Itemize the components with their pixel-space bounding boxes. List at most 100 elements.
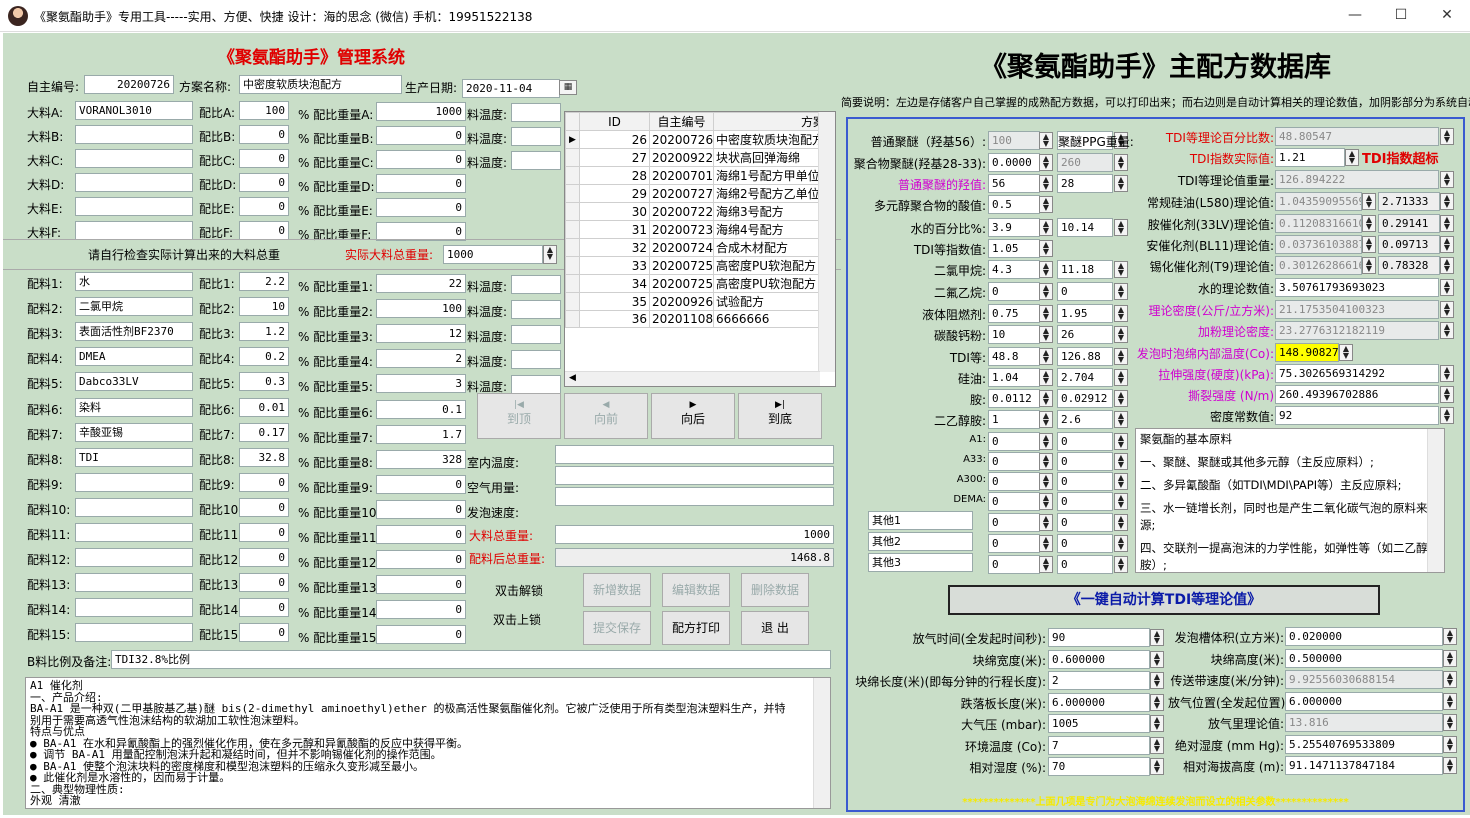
param-field-1[interactable]: 0 bbox=[988, 555, 1040, 574]
table-row[interactable]: 35 20200926 试验配方 bbox=[565, 292, 828, 311]
date-field[interactable]: 2020-11-04 bbox=[462, 79, 560, 98]
amine-bl11-theory-spinner-1[interactable]: ▲ ▼ bbox=[1362, 236, 1376, 253]
table-cell[interactable]: 20200701 bbox=[649, 166, 714, 185]
param-spinner-2[interactable]: ▲ ▼ bbox=[1114, 305, 1128, 322]
amine-33lv-theory-spinner-1[interactable]: ▲ ▼ bbox=[1362, 215, 1376, 232]
table-cell[interactable]: 20201108 bbox=[649, 310, 714, 328]
big-weight-field[interactable]: 0 bbox=[376, 150, 466, 169]
table-cell[interactable]: 33 bbox=[579, 256, 650, 275]
ingredient-weight-field[interactable]: 328 bbox=[376, 449, 466, 469]
table-cell[interactable]: 海绵1号配方甲单位 bbox=[713, 166, 828, 185]
ingredient-weight-field[interactable]: 0 bbox=[376, 625, 466, 645]
param-spinner-1[interactable]: ▲ ▼ bbox=[1039, 283, 1053, 300]
table-cell[interactable]: 32 bbox=[579, 238, 650, 257]
param-spinner-1[interactable]: ▲ ▼ bbox=[1039, 175, 1053, 192]
material-temp-field[interactable] bbox=[511, 151, 561, 170]
foam-param-field[interactable]: 6.000000 bbox=[1048, 693, 1150, 712]
actual-total-spinner[interactable]: ▲ ▼ bbox=[543, 245, 557, 264]
lock-hint[interactable]: 双击上锁 bbox=[493, 611, 541, 628]
big-ratio-field[interactable]: 0 bbox=[239, 125, 289, 144]
param-spinner-1[interactable]: ▲ ▼ bbox=[1039, 132, 1053, 149]
table-cell[interactable]: 6666666 bbox=[713, 310, 828, 328]
param-field-1[interactable]: 0 bbox=[988, 534, 1040, 553]
param-field-1[interactable]: 0 bbox=[988, 513, 1040, 532]
param-field-2[interactable]: 0 bbox=[1057, 472, 1113, 491]
submit-save-button[interactable]: 提交保存 bbox=[583, 611, 651, 645]
ingredient-ratio-field[interactable]: 0 bbox=[239, 523, 289, 542]
param-spinner-1[interactable]: ▲ ▼ bbox=[1039, 535, 1053, 552]
param-field-2[interactable]: 0 bbox=[1057, 555, 1113, 574]
line-param-field[interactable]: 5.25540769533809 bbox=[1285, 735, 1443, 754]
param-spinner-1[interactable]: ▲ ▼ bbox=[1039, 196, 1053, 213]
plan-field[interactable]: 中密度软质块泡配方 bbox=[239, 75, 402, 94]
table-cell[interactable]: 20200722 bbox=[649, 202, 714, 221]
table-cell[interactable]: 20200922 bbox=[649, 148, 714, 167]
param-spinner-1[interactable]: ▲ ▼ bbox=[1039, 305, 1053, 322]
line-param-field[interactable]: 6.000000 bbox=[1285, 692, 1443, 711]
table-row[interactable]: 32 20200724 合成木材配方 bbox=[565, 238, 828, 257]
table-cell[interactable]: 2020072701 bbox=[649, 184, 714, 203]
ingredient-weight-field[interactable]: 2 bbox=[376, 349, 466, 369]
ingredient-weight-field[interactable]: 0 bbox=[376, 600, 466, 620]
table-cell[interactable]: 28 bbox=[579, 166, 650, 185]
density-constant-spinner[interactable]: ▲ ▼ bbox=[1440, 407, 1454, 424]
grid-vertical-scrollbar[interactable] bbox=[818, 112, 835, 372]
foam-param-field[interactable]: 70 bbox=[1048, 757, 1150, 776]
big-weight-field[interactable]: 0 bbox=[376, 126, 466, 145]
ingredient-ratio-field[interactable]: 10 bbox=[239, 297, 289, 317]
param-field-2[interactable]: 0 bbox=[1057, 513, 1113, 532]
ingredient-ratio-field[interactable]: 0 bbox=[239, 472, 289, 492]
air-volume-field[interactable] bbox=[555, 466, 834, 485]
table-cell[interactable]: 31 bbox=[579, 220, 650, 239]
grid-header[interactable]: 自主编号 bbox=[649, 112, 714, 131]
ingredient-weight-field[interactable]: 0.1 bbox=[376, 399, 466, 419]
foam-param-spinner[interactable]: ▲ ▼ bbox=[1150, 629, 1164, 646]
param-field-2[interactable]: 0 bbox=[1057, 534, 1113, 553]
water-theory-field[interactable]: 3.50761793693023 bbox=[1275, 278, 1439, 297]
line-param-spinner[interactable]: ▲ ▼ bbox=[1443, 714, 1457, 731]
table-cell[interactable]: 35 bbox=[579, 292, 650, 311]
ingredient-weight-field[interactable]: 0 bbox=[376, 550, 466, 570]
param-field-1[interactable]: 48.8 bbox=[988, 347, 1040, 366]
ingredient-ratio-field[interactable]: 2.2 bbox=[239, 272, 289, 291]
param-spinner-1[interactable]: ▲ ▼ bbox=[1039, 453, 1053, 470]
silicone-theory-spinner-1[interactable]: ▲ ▼ bbox=[1362, 193, 1376, 210]
big-weight-field[interactable]: 1000 bbox=[376, 102, 466, 121]
param-field-1[interactable]: 0 bbox=[988, 282, 1040, 301]
table-cell[interactable]: 29 bbox=[579, 184, 650, 203]
ingredient-weight-field[interactable]: 0 bbox=[376, 499, 466, 519]
param-field-1[interactable]: 1 bbox=[988, 410, 1040, 429]
ingredient-weight-field[interactable]: 0 bbox=[376, 474, 466, 494]
param-field-1[interactable]: 1.04 bbox=[988, 368, 1040, 387]
exit-button[interactable]: 退 出 bbox=[741, 611, 809, 645]
nav-next-button[interactable]: ▶ 向后 bbox=[651, 393, 735, 439]
param-spinner-1[interactable]: ▲ ▼ bbox=[1039, 433, 1053, 450]
ingredient-field[interactable] bbox=[75, 497, 193, 517]
param-spinner-2[interactable]: ▲ ▼ bbox=[1114, 369, 1128, 386]
foam-param-spinner[interactable]: ▲ ▼ bbox=[1150, 694, 1164, 711]
ingredient-ratio-field[interactable]: 0.01 bbox=[239, 397, 289, 417]
line-param-field[interactable]: 91.1471137847184 bbox=[1285, 756, 1443, 775]
maximize-button[interactable]: ☐ bbox=[1378, 0, 1424, 32]
ingredient-field[interactable] bbox=[75, 573, 193, 593]
ingredient-weight-field[interactable]: 100 bbox=[376, 299, 466, 319]
ingredient-ratio-field[interactable]: 0 bbox=[239, 548, 289, 568]
param-field-1[interactable]: 0 bbox=[988, 432, 1040, 451]
amine-33lv-theory-spinner-2[interactable]: ▲ ▼ bbox=[1440, 215, 1454, 232]
line-param-spinner[interactable]: ▲ ▼ bbox=[1443, 628, 1457, 645]
param-spinner-2[interactable]: ▲ ▼ bbox=[1114, 154, 1128, 171]
table-cell[interactable]: 试验配方 bbox=[713, 292, 828, 311]
param-field-1[interactable]: 0.0000 bbox=[988, 153, 1040, 172]
param-field-2[interactable]: 28 bbox=[1057, 174, 1113, 193]
grid-header[interactable]: 方案 bbox=[713, 112, 828, 131]
line-param-spinner[interactable]: ▲ ▼ bbox=[1443, 693, 1457, 710]
ingredient-ratio-field[interactable]: 0.2 bbox=[239, 347, 289, 367]
param-spinner-2[interactable]: ▲ ▼ bbox=[1114, 493, 1128, 510]
param-field-1[interactable]: 0 bbox=[988, 492, 1040, 511]
param-spinner-2[interactable]: ▲ ▼ bbox=[1114, 453, 1128, 470]
param-field-1[interactable]: 56 bbox=[988, 174, 1040, 193]
ingredient-weight-field[interactable]: 3 bbox=[376, 374, 466, 394]
tensile-strength-spinner[interactable]: ▲ ▼ bbox=[1440, 365, 1454, 382]
foam-param-spinner[interactable]: ▲ ▼ bbox=[1150, 715, 1164, 732]
table-cell[interactable]: 27 bbox=[579, 148, 650, 167]
